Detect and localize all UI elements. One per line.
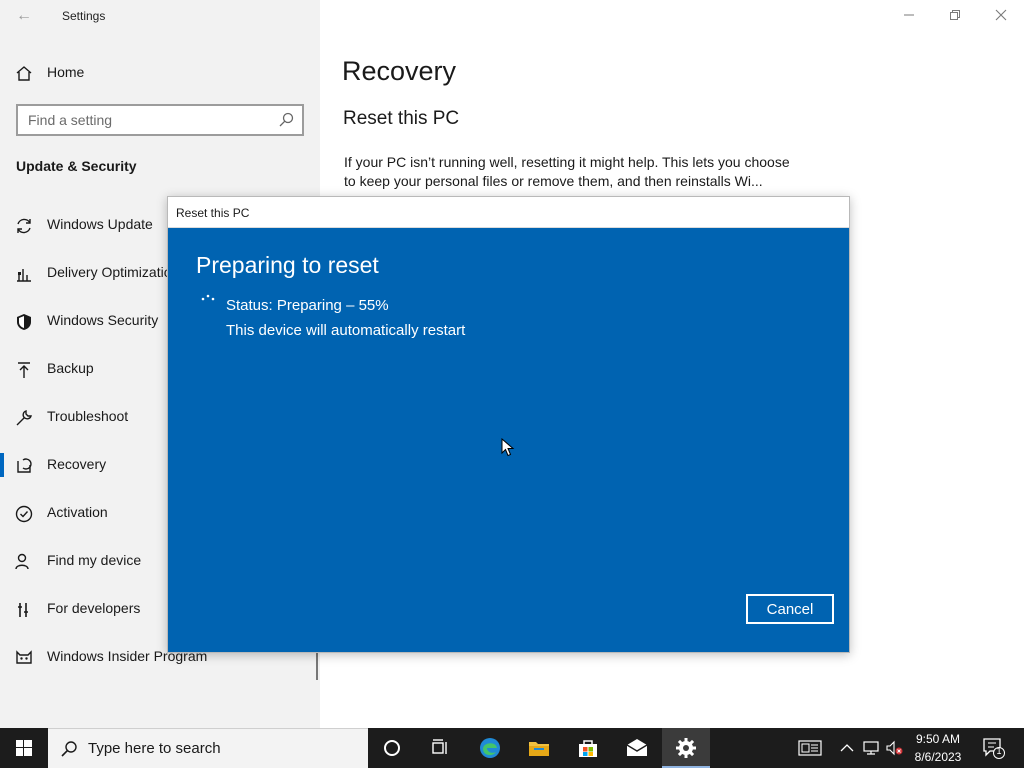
search-icon [61, 741, 77, 757]
insider-cat-icon [16, 650, 32, 664]
section-header: Update & Security [16, 158, 137, 174]
reset-status: Status: Preparing – 55% [226, 297, 389, 314]
recovery-icon [17, 458, 32, 473]
person-pin-icon [15, 553, 29, 570]
dialog-heading: Preparing to reset [196, 252, 379, 278]
sidebar-item-label: Troubleshoot [47, 408, 129, 424]
start-button[interactable] [0, 728, 48, 768]
sidebar-item-label: Delivery Optimization [47, 264, 180, 280]
news-widget-icon[interactable] [798, 738, 822, 758]
mouse-cursor-icon [501, 438, 515, 457]
taskbar: Type here to search 9:50 AM 8/6/2023 1 [0, 728, 1024, 768]
network-icon[interactable] [862, 738, 880, 758]
developer-tools-icon [18, 603, 28, 617]
dialog-titlebar[interactable]: Reset this PC [168, 197, 849, 228]
cancel-button[interactable]: Cancel [746, 594, 834, 624]
task-view-icon [432, 739, 447, 754]
restore-icon [950, 10, 960, 20]
windows-logo-icon [16, 740, 32, 756]
reset-dialog: Reset this PC Preparing to reset Status:… [167, 196, 850, 653]
store-icon [579, 740, 597, 757]
notification-count: 1 [996, 746, 1002, 756]
edge-icon [480, 738, 500, 758]
delivery-optimization-icon [17, 269, 31, 282]
backup-arrow-icon [18, 362, 30, 378]
back-arrow-icon[interactable]: ← [12, 4, 36, 28]
sidebar-item-label: Windows Security [47, 312, 159, 328]
edge-button[interactable] [466, 728, 514, 768]
minimize-icon [904, 14, 914, 16]
sidebar-item-label: Find my device [47, 552, 142, 568]
sidebar-item-label: Activation [47, 504, 108, 520]
minimize-button[interactable] [894, 2, 924, 30]
settings-taskbar-button[interactable] [662, 728, 710, 768]
notification-center-button[interactable]: 1 [980, 736, 1008, 760]
page-title: Recovery [342, 56, 457, 86]
clock-time[interactable]: 9:50 AM [900, 732, 976, 746]
wrench-icon [16, 410, 32, 426]
app-title: Settings [62, 9, 106, 23]
search-icon[interactable] [278, 112, 294, 128]
reset-description: If your PC isn’t running well, resetting… [344, 154, 790, 189]
cortana-icon [384, 740, 400, 756]
sync-icon [17, 218, 31, 234]
sidebar-item-label: For developers [47, 600, 141, 616]
task-view-button[interactable] [416, 728, 464, 768]
close-icon [995, 9, 1007, 21]
settings-gear-icon [676, 738, 696, 758]
file-explorer-icon [529, 742, 549, 756]
spinner-icon [201, 294, 215, 301]
sidebar-item-label: Backup [47, 360, 94, 376]
checkmark-circle-icon [15, 505, 33, 523]
find-setting-search[interactable] [16, 104, 304, 136]
chevron-up-icon[interactable] [838, 738, 856, 758]
store-button[interactable] [564, 728, 612, 768]
search-input[interactable] [18, 106, 278, 134]
home-icon [16, 66, 32, 81]
cortana-button[interactable] [368, 728, 416, 768]
shield-icon [17, 314, 31, 330]
taskbar-search-box[interactable]: Type here to search [48, 728, 368, 768]
nav-home-label: Home [47, 64, 85, 80]
section-title: Reset this PC [343, 108, 460, 129]
mail-button[interactable] [613, 728, 661, 768]
clock-date[interactable]: 8/6/2023 [900, 750, 976, 764]
sidebar-item-label: Windows Update [47, 216, 153, 232]
file-explorer-button[interactable] [515, 728, 563, 768]
nav-home[interactable]: Home [0, 53, 320, 93]
dialog-title: Reset this PC [176, 206, 250, 220]
restart-note: This device will automatically restart [226, 322, 466, 339]
close-button[interactable] [986, 2, 1016, 30]
taskbar-search-placeholder: Type here to search [88, 740, 221, 757]
restore-button[interactable] [940, 2, 970, 30]
mail-icon [626, 739, 648, 756]
sidebar-item-label: Recovery [47, 456, 107, 472]
